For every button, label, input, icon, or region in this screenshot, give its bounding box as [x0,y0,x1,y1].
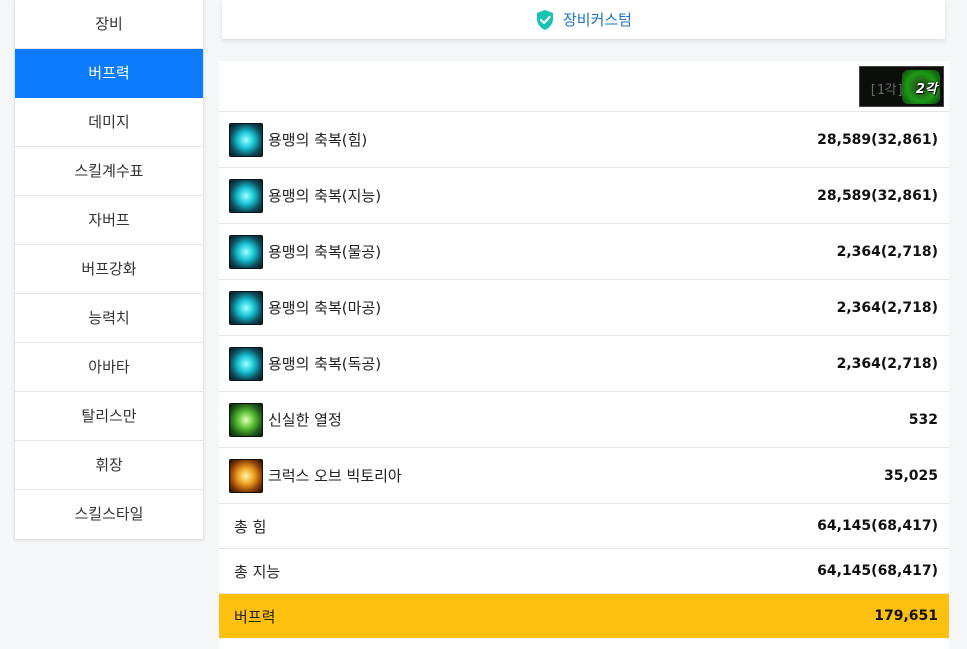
sidebar-item-equipment[interactable]: 장비 [15,0,203,49]
sidebar-item-emblem[interactable]: 휘장 [15,441,203,490]
sidebar-item-damage[interactable]: 데미지 [15,98,203,147]
buff-name: 용맹의 축복(독공) [268,355,382,373]
buff-power-total-row: 버프력 179,651 [219,594,949,638]
buff-value: 28,589(32,861) [817,131,938,148]
sidebar-item-avatar[interactable]: 아바타 [15,343,203,392]
buff-name: 신실한 열정 [268,411,342,429]
first-awakening-label: [1각] [869,83,905,98]
buff-power-value: 179,651 [874,608,938,624]
buff-name: 용맹의 축복(힘) [268,131,368,149]
sidebar-menu: 장비 버프력 데미지 스킬계수표 자버프 버프강화 능력치 아바타 탈리스만 휘… [14,0,204,540]
buff-row: 용맹의 축복(힘) 28,589(32,861) [219,112,949,168]
sidebar-item-skill-coefficients[interactable]: 스킬계수표 [15,147,203,196]
buff-row: 크럭스 오브 빅토리아 35,025 [219,448,949,504]
buff-name: 크럭스 오브 빅토리아 [268,467,402,485]
second-awakening-label: 2각 [915,82,937,97]
panel-header: [1각] 2각 [219,61,949,112]
gold-cross-icon [229,458,263,493]
sidebar-item-buff-enhance[interactable]: 버프강화 [15,245,203,294]
buff-row: 용맹의 축복(마공) 2,364(2,718) [219,280,949,336]
green-cross-icon [229,402,263,437]
sidebar-item-self-buff[interactable]: 자버프 [15,196,203,245]
buff-name: 용맹의 축복(지능) [268,187,382,205]
buff-value: 532 [908,411,938,428]
sidebar-item-talisman[interactable]: 탈리스만 [15,392,203,441]
sidebar-item-buff-power[interactable]: 버프력 [15,49,203,98]
total-name: 총 지능 [234,562,281,581]
total-value: 64,145(68,417) [817,518,938,534]
buff-name: 용맹의 축복(마공) [268,299,382,317]
buff-value: 2,364(2,718) [836,355,938,372]
equipment-custom-label: 장비커스텀 [562,11,632,29]
equipment-custom-button[interactable]: 장비커스텀 [222,0,945,39]
awakening-toggle[interactable]: [1각] 2각 [859,66,944,107]
crossed-swords-icon [229,234,263,269]
wings-icon [229,290,263,325]
total-value: 64,145(68,417) [817,563,938,579]
buff-power-panel: [1각] 2각 용맹의 축복(힘) 28,589(32,861) 용맹의 축복(… [219,61,949,649]
buff-value: 35,025 [883,467,938,484]
buff-row: 신실한 열정 532 [219,392,949,448]
sword-up-icon [229,122,263,157]
buff-row: 용맹의 축복(독공) 2,364(2,718) [219,336,949,392]
total-row: 총 힘 64,145(68,417) [219,504,949,549]
triple-sword-icon [229,346,263,381]
buff-value: 2,364(2,718) [836,299,938,316]
buff-value: 28,589(32,861) [817,187,938,204]
buff-row: 용맹의 축복(지능) 28,589(32,861) [219,168,949,224]
buff-power-label: 버프력 [234,607,276,626]
sidebar-item-stats[interactable]: 능력치 [15,294,203,343]
buff-row: 용맹의 축복(물공) 2,364(2,718) [219,224,949,280]
shield-check-icon [536,9,553,30]
sidebar-item-skill-style[interactable]: 스킬스타일 [15,490,203,539]
sword-up-icon [229,178,263,213]
buff-name: 용맹의 축복(물공) [268,243,382,261]
total-row: 총 지능 64,145(68,417) [219,549,949,594]
buff-value: 2,364(2,718) [836,243,938,260]
total-name: 총 힘 [234,517,267,536]
